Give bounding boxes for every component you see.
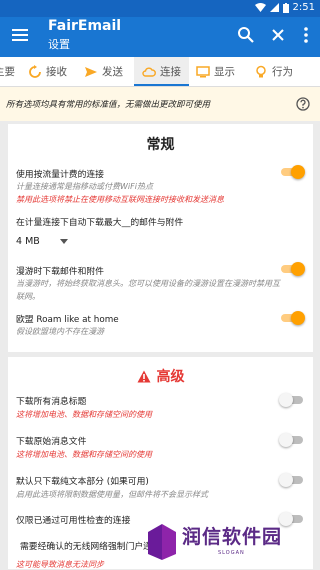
tab-label: 连接 xyxy=(160,66,181,78)
tab-receive[interactable]: 接收 xyxy=(28,57,67,86)
validated-label: 仅限已通过可用性检查的连接 xyxy=(16,516,131,526)
close-icon[interactable] xyxy=(268,25,288,45)
metered-warning: 禁用此选项将禁止在使用移动互联网连接时接收和发送消息 xyxy=(16,195,224,204)
roaming-switch[interactable] xyxy=(279,262,305,276)
watermark-slogan: SLOGAN xyxy=(218,550,245,556)
roaming-hint: 当漫游时，将始终获取消息头。您可以使用设备的漫游设置在漫游时禁用互联网。 xyxy=(16,279,280,301)
dl-eml-label: 下载原始消息文件 xyxy=(16,437,87,447)
dropdown-arrow-icon xyxy=(59,239,68,244)
eu-roaming-hint: 假设欧盟境内不存在漫游 xyxy=(16,327,104,336)
advanced-header: 高级 xyxy=(8,366,313,386)
watermark-logo: 润信软件园 SLOGAN xyxy=(146,518,316,566)
status-bar: 2:51 xyxy=(0,0,320,17)
app-bar: FairEmail 设置 xyxy=(0,17,320,57)
tab-display[interactable]: 显示 xyxy=(196,57,235,86)
dl-plain-switch[interactable] xyxy=(279,473,305,487)
battery-icon xyxy=(282,2,289,13)
dl-headers-switch[interactable] xyxy=(279,393,305,407)
autodl-label: 在计量连接下自动下载最大__的邮件与附件 xyxy=(16,218,184,228)
clock: 2:51 xyxy=(292,2,315,13)
menu-icon[interactable] xyxy=(10,25,30,45)
search-icon[interactable] xyxy=(236,25,256,45)
dl-eml-switch[interactable] xyxy=(279,433,305,447)
app-title: FairEmail xyxy=(48,18,122,34)
metered-switch[interactable] xyxy=(279,165,305,179)
tab-connection[interactable]: 连接 xyxy=(134,57,189,86)
more-options-icon[interactable] xyxy=(296,25,316,45)
general-card: 常规 使用按流量计费的连接 计量连接通常是指移动或付费WiFi热点 禁用此选项将… xyxy=(8,124,313,352)
dl-plain-hint: 启用此选项将限制数据使用量，但邮件将不会显示样式 xyxy=(16,490,208,499)
dl-eml-warning: 这将增加电池、数据和存储空间的使用 xyxy=(16,450,152,459)
eu-roaming-label: 欧盟 Roam like at home xyxy=(16,315,119,325)
send-icon xyxy=(85,66,97,77)
metered-label: 使用按流量计费的连接 xyxy=(16,170,104,180)
monitor-icon xyxy=(196,65,210,77)
require-validated-label: 需要经确认的无线网络强制门户连接 xyxy=(20,542,161,552)
dl-headers-warning: 这将增加电池、数据和存储空间的使用 xyxy=(16,410,152,419)
metered-hint: 计量连接通常是指移动或付费WiFi热点 xyxy=(16,182,153,191)
eu-roaming-switch[interactable] xyxy=(279,311,305,325)
warning-icon xyxy=(137,370,150,382)
tab-label: 接收 xyxy=(46,66,67,78)
tab-label: 主要 xyxy=(0,66,15,78)
info-notice: 所有选项均具有常用的标准值，无需做出更改即可使用 xyxy=(0,87,320,121)
watermark-logo-icon xyxy=(148,524,176,560)
tab-label: 显示 xyxy=(214,66,235,78)
advanced-title: 高级 xyxy=(156,369,185,385)
watermark-text: 润信软件园 xyxy=(182,526,283,548)
notice-text: 所有选项均具有常用的标准值，无需做出更改即可使用 xyxy=(6,100,211,110)
sync-icon xyxy=(29,64,41,78)
app-subtitle: 设置 xyxy=(48,38,70,51)
lightbulb-icon xyxy=(256,65,266,77)
tab-label: 发送 xyxy=(102,66,123,78)
require-validated-warning: 这可能导致消息无法同步 xyxy=(16,560,104,569)
general-title: 常规 xyxy=(146,137,175,153)
cloud-icon xyxy=(142,67,156,77)
cellular-icon xyxy=(269,3,279,12)
status-right: 2:51 xyxy=(254,2,315,13)
autodl-size-value: 4 MB xyxy=(16,236,40,247)
dl-headers-label: 下载所有消息标题 xyxy=(16,397,87,407)
autodl-size-select[interactable]: 4 MB xyxy=(16,236,68,247)
settings-tabs: 主要 接收 发送 连接 显示 行为 xyxy=(0,57,320,87)
dl-plain-label: 默认只下载纯文本部分 (如果可用) xyxy=(16,477,149,487)
tab-label: 行为 xyxy=(272,66,293,78)
tab-main[interactable]: 主要 xyxy=(0,57,15,86)
roaming-label: 漫游时下载邮件和附件 xyxy=(16,267,104,277)
tab-behavior[interactable]: 行为 xyxy=(254,57,293,86)
wifi-icon xyxy=(254,3,266,12)
tab-send[interactable]: 发送 xyxy=(84,57,123,86)
help-icon[interactable] xyxy=(296,97,310,111)
